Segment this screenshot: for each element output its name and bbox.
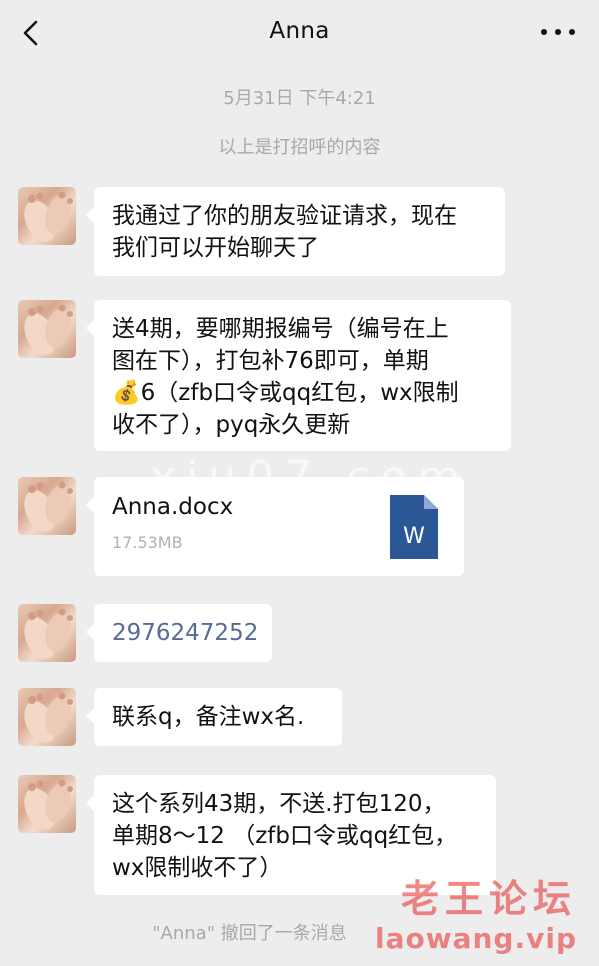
message-line: 图在下），打包补76即可，单期 (112, 348, 429, 374)
avatar[interactable] (18, 187, 76, 245)
file-size: 17.53MB (112, 533, 183, 552)
word-icon-letter: W (403, 524, 425, 549)
nav-bar: Anna (0, 0, 599, 66)
message-line: 收不了），pyq永久更新 (112, 412, 351, 438)
forum-watermark: 老王论坛 laowang.vip (375, 876, 577, 956)
avatar[interactable] (18, 604, 76, 662)
more-dots-icon (541, 29, 547, 35)
watermark-line1: 老王论坛 (400, 877, 577, 921)
chat-title: Anna (269, 18, 330, 44)
message-line: 这个系列43期，不送.打包120， (112, 791, 446, 817)
message-bubble[interactable]: 我通过了你的朋友验证请求，现在 我们可以开始聊天了 (86, 187, 505, 276)
message-line: 💰6（zfb口令或qq红包，wx限制 (112, 380, 459, 406)
greeting-note: 以上是打招呼的内容 (218, 137, 381, 158)
avatar[interactable] (18, 688, 76, 746)
message-line: 联系q，备注wx名. (112, 704, 305, 730)
message-bubble[interactable]: 2976247252 (86, 604, 272, 662)
message-bubble[interactable]: 送4期，要哪期报编号（编号在上 图在下），打包补76即可，单期 💰6（zfb口令… (86, 300, 511, 451)
message-line: 我们可以开始聊天了 (112, 235, 319, 261)
file-name: Anna.docx (112, 494, 234, 520)
avatar[interactable] (18, 477, 76, 535)
file-message[interactable]: Anna.docx 17.53MB W (86, 477, 464, 576)
number-link[interactable]: 2976247252 (112, 620, 258, 646)
word-file-icon: W (390, 495, 438, 559)
message-bubble[interactable]: 联系q，备注wx名. (86, 688, 342, 746)
message-line: 单期8～12 （zfb口令或qq红包， (112, 823, 458, 849)
avatar[interactable] (18, 300, 76, 358)
message-line: 送4期，要哪期报编号（编号在上 (112, 316, 449, 342)
watermark-line2: laowang.vip (375, 922, 577, 955)
timestamp: 5月31日 下午4:21 (223, 88, 376, 109)
more-button[interactable] (541, 22, 575, 42)
message-line: 我通过了你的朋友验证请求，现在 (112, 203, 457, 229)
avatar[interactable] (18, 775, 76, 833)
